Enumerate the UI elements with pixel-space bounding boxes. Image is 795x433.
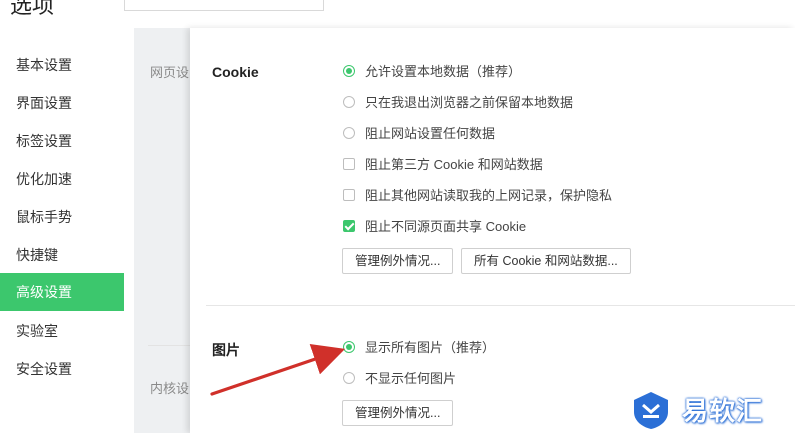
sidebar-item-advanced[interactable]: 高级设置 — [0, 273, 124, 311]
checkbox[interactable] — [343, 189, 355, 201]
option-label: 不显示任何图片 — [365, 371, 457, 386]
section-label-kernel: 内核设 — [150, 381, 190, 396]
manage-exceptions-button[interactable]: 管理例外情况... — [342, 248, 454, 274]
section-label-web: 网页设 — [150, 65, 190, 80]
option-label: 允许设置本地数据（推荐） — [365, 64, 522, 79]
cookie-section-title: Cookie — [212, 64, 259, 80]
sidebar-item-interface[interactable]: 界面设置 — [0, 84, 124, 122]
option-label: 阻止网站设置任何数据 — [365, 126, 496, 141]
sidebar-item-labs[interactable]: 实验室 — [0, 312, 124, 350]
all-cookies-site-data-button[interactable]: 所有 Cookie 和网站数据... — [461, 248, 631, 274]
sidebar-item-shortcuts[interactable]: 快捷键 — [0, 236, 124, 274]
images-section-title: 图片 — [212, 342, 240, 358]
sidebar-item-tabs[interactable]: 标签设置 — [0, 122, 124, 160]
section-divider — [206, 305, 795, 306]
page-title: 选项 — [10, 0, 55, 18]
radio-button-checked[interactable] — [343, 341, 355, 353]
radio-button[interactable] — [343, 372, 355, 384]
radio-button[interactable] — [343, 127, 355, 139]
option-label: 显示所有图片（推荐） — [365, 340, 496, 355]
settings-section-column: 网页设 内核设 — [134, 28, 190, 433]
radio-button-checked[interactable] — [343, 65, 355, 77]
sidebar-item-mouse-gestures[interactable]: 鼠标手势 — [0, 198, 124, 236]
sidebar-item-optimize[interactable]: 优化加速 — [0, 160, 124, 198]
sidebar: 基本设置 界面设置 标签设置 优化加速 鼠标手势 快捷键 高级设置 实验室 安全… — [0, 44, 124, 433]
sidebar-item-basic[interactable]: 基本设置 — [0, 46, 124, 84]
content-settings-panel: Cookie 允许设置本地数据（推荐） 只在我退出浏览器之前保留本地数据 阻止网… — [190, 28, 795, 433]
search-input[interactable] — [124, 0, 324, 11]
manage-image-exceptions-button[interactable]: 管理例外情况... — [342, 400, 454, 426]
option-label: 阻止其他网站读取我的上网记录，保护隐私 — [365, 188, 613, 203]
option-label: 阻止第三方 Cookie 和网站数据 — [365, 157, 543, 172]
option-label: 只在我退出浏览器之前保留本地数据 — [365, 95, 574, 110]
checkbox-checked[interactable] — [343, 220, 355, 232]
watermark-text: 易软汇 — [682, 396, 764, 426]
checkbox[interactable] — [343, 158, 355, 170]
watermark-icon — [634, 392, 668, 429]
watermark-logo: 易软汇 — [630, 388, 795, 432]
radio-button[interactable] — [343, 96, 355, 108]
divider — [148, 345, 190, 346]
option-label: 阻止不同源页面共享 Cookie — [365, 219, 527, 234]
sidebar-item-security[interactable]: 安全设置 — [0, 350, 124, 388]
